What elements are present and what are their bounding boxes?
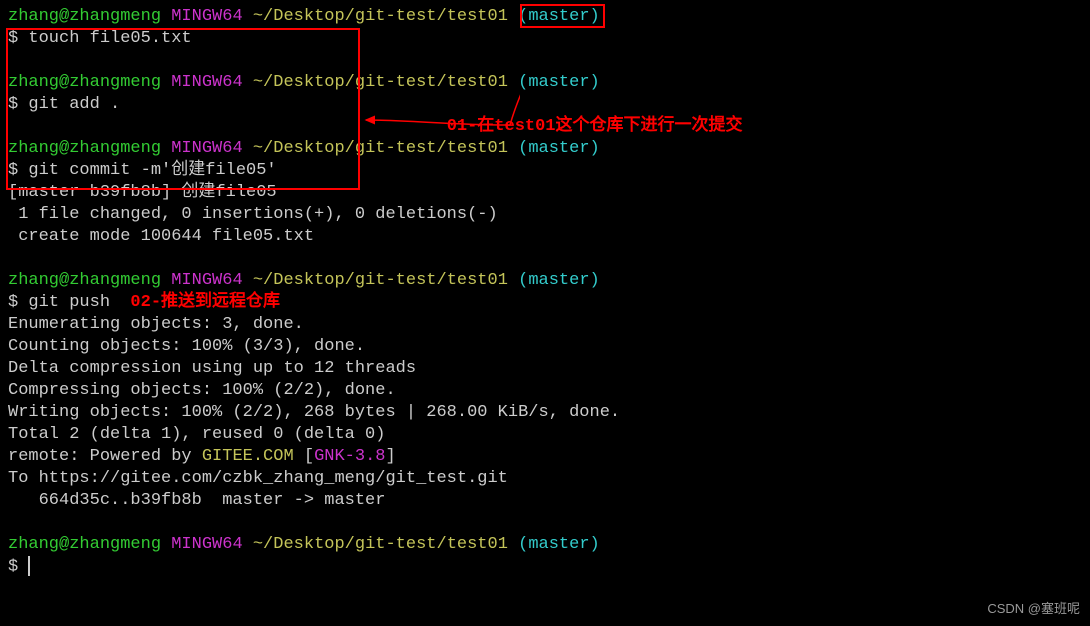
commit-output: create mode 100644 file05.txt (8, 226, 1082, 248)
watermark: CSDN @塞班呢 (987, 598, 1080, 620)
terminal-output[interactable]: zhang@zhangmeng MINGW64 ~/Desktop/git-te… (8, 6, 1082, 578)
commit-output: [master b39fb8b] 创建file05 (8, 182, 1082, 204)
prompt-line: zhang@zhangmeng MINGW64 ~/Desktop/git-te… (8, 534, 1082, 556)
prompt-empty[interactable]: $ (8, 556, 1082, 578)
commit-output: 1 file changed, 0 insertions(+), 0 delet… (8, 204, 1082, 226)
cmd-git-add: $ git add . (8, 94, 1082, 116)
push-output: Writing objects: 100% (2/2), 268 bytes |… (8, 402, 1082, 424)
prompt-line: zhang@zhangmeng MINGW64 ~/Desktop/git-te… (8, 72, 1082, 94)
prompt-repo: test01 (447, 7, 508, 26)
prompt-user: zhang@zhangmeng (8, 7, 161, 26)
push-output: Delta compression using up to 12 threads (8, 358, 1082, 380)
prompt-line: zhang@zhangmeng MINGW64 ~/Desktop/git-te… (8, 6, 1082, 28)
annotation-02: 02-推送到远程仓库 (130, 293, 280, 312)
prompt-shell: MINGW64 (171, 7, 242, 26)
push-output-remote: remote: Powered by GITEE.COM [GNK-3.8] (8, 446, 1082, 468)
cmd-git-push: $ git push 02-推送到远程仓库 (8, 292, 1082, 314)
push-output: To https://gitee.com/czbk_zhang_meng/git… (8, 468, 1082, 490)
prompt-line: zhang@zhangmeng MINGW64 ~/Desktop/git-te… (8, 138, 1082, 160)
prompt-line: zhang@zhangmeng MINGW64 ~/Desktop/git-te… (8, 270, 1082, 292)
cmd-touch: $ touch file05.txt (8, 28, 1082, 50)
cmd-git-commit: $ git commit -m'创建file05' (8, 160, 1082, 182)
push-output: Enumerating objects: 3, done. (8, 314, 1082, 336)
cursor-icon (28, 556, 30, 576)
push-output: 664d35c..b39fb8b master -> master (8, 490, 1082, 512)
push-output: Compressing objects: 100% (2/2), done. (8, 380, 1082, 402)
prompt-path-prefix: ~/Desktop/git-test/ (253, 7, 447, 26)
push-output: Total 2 (delta 1), reused 0 (delta 0) (8, 424, 1082, 446)
annotation-01: 01-在test01这个仓库下进行一次提交 (447, 117, 743, 136)
prompt-branch: (master) (518, 7, 600, 26)
push-output: Counting objects: 100% (3/3), done. (8, 336, 1082, 358)
